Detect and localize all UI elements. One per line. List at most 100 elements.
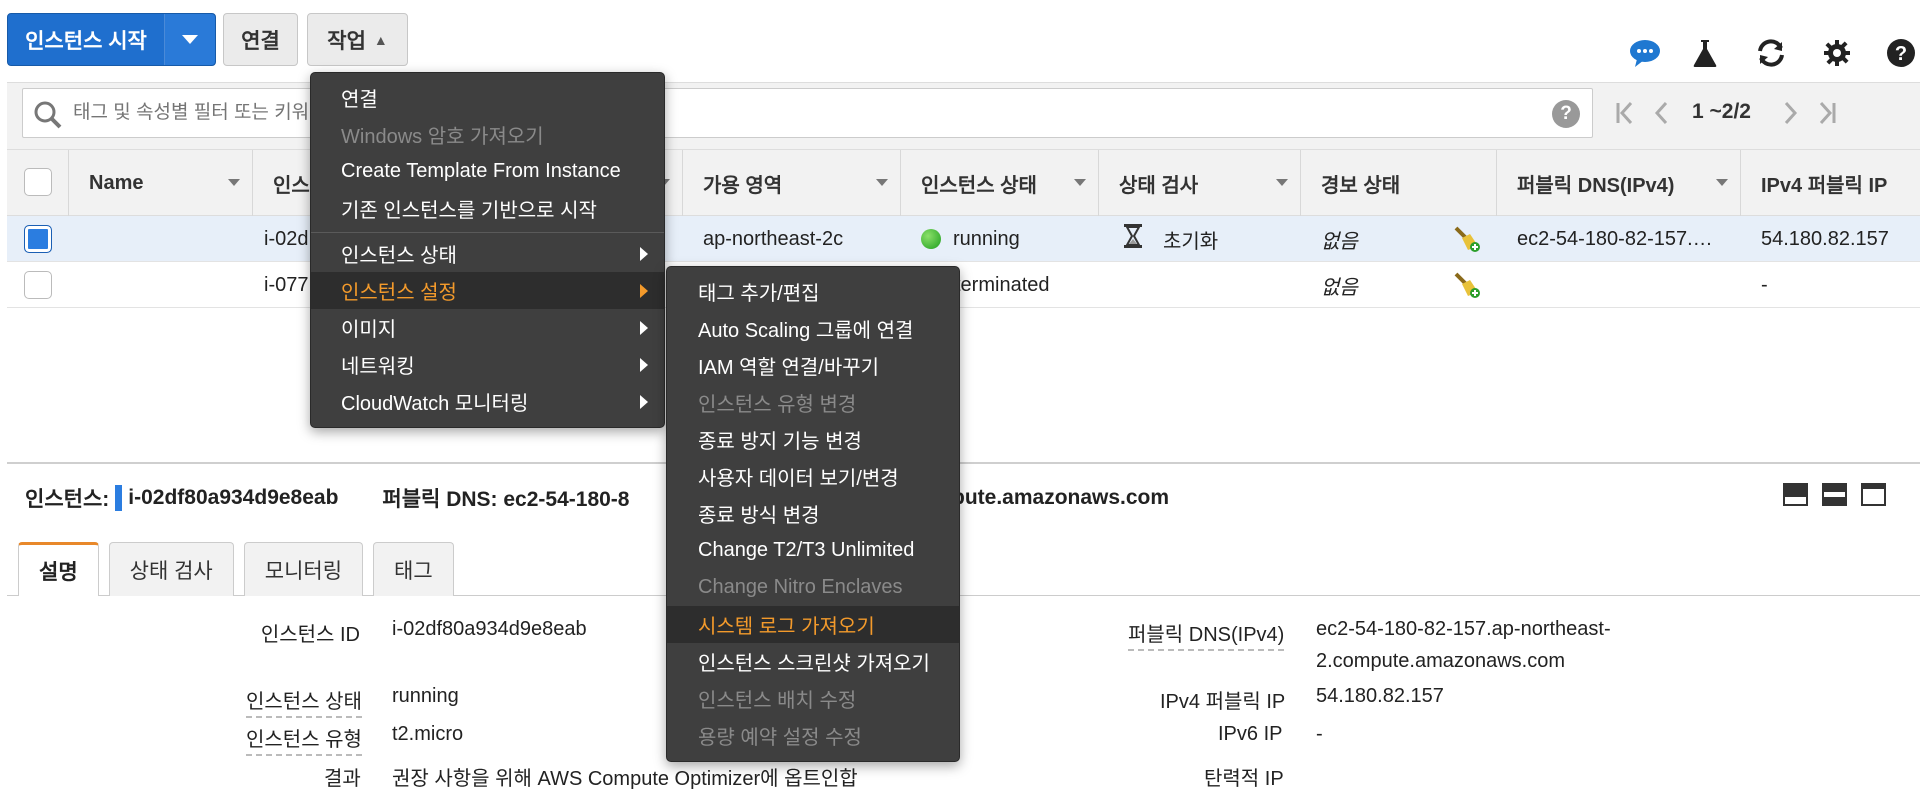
menu-item-get-windows-password[interactable]: Windows 암호 가져오기 [311,116,664,153]
field-label: 인스턴스 상태 [246,685,362,718]
submenu-item-screenshot[interactable]: 인스턴스 스크린샷 가져오기 [667,643,959,680]
sort-arrow-icon [1276,179,1288,186]
search-help-icon[interactable]: ? [1552,100,1580,128]
column-header-state[interactable]: 인스턴스 상태 [901,150,1099,216]
menu-item-instance-settings[interactable]: 인스턴스 설정 [311,272,664,309]
submenu-item-shutdown-behavior[interactable]: 종료 방식 변경 [667,495,959,532]
cell-public-ip: 54.180.82.157 [1761,227,1889,250]
launch-instance-label[interactable]: 인스턴스 시작 [8,14,165,65]
tab-tags[interactable]: 태그 [373,542,454,596]
select-all-checkbox[interactable] [24,168,52,196]
cell-public-ip: - [1761,273,1768,296]
actions-label: 작업 [327,29,366,53]
flask-icon[interactable] [1688,36,1722,70]
menu-item-image[interactable]: 이미지 [311,309,664,346]
column-header-alarm[interactable]: 경보 상태 [1301,150,1497,216]
last-page-icon[interactable] [1816,99,1838,133]
chat-icon[interactable] [1628,36,1662,70]
instance-color-bar [115,485,123,511]
panel-splitter[interactable] [7,462,1920,464]
submenu-arrow-icon [640,321,648,335]
column-header-public-dns[interactable]: 퍼블릭 DNS(IPv4) [1497,150,1741,216]
menu-item-connect[interactable]: 연결 [311,79,664,116]
prev-page-icon[interactable] [1652,99,1670,133]
launch-dropdown-toggle[interactable] [165,14,215,65]
detail-tabs: 설명 상태 검사 모니터링 태그 [18,542,454,596]
refresh-icon[interactable] [1754,36,1788,70]
sort-arrow-icon [1716,179,1728,186]
menu-item-cloudwatch[interactable]: CloudWatch 모니터링 [311,383,664,420]
layout-split-icon[interactable] [1822,483,1847,506]
row-checkbox[interactable] [24,225,52,253]
sort-arrow-icon [876,179,888,186]
select-all-cell [7,150,69,216]
status-check-text: 초기화 [1163,230,1219,253]
menu-item-create-template[interactable]: Create Template From Instance [311,153,664,190]
row-checkbox[interactable] [24,271,52,299]
submenu-item-system-log[interactable]: 시스템 로그 가져오기 [667,606,959,643]
field-label: 탄력적 IP [1204,762,1284,790]
submenu-item-termination-protection[interactable]: 종료 방지 기능 변경 [667,421,959,458]
connect-button[interactable]: 연결 [223,13,298,66]
field-label: 인스턴스 ID [260,624,360,646]
field-value: i-02df80a934d9e8eab [392,618,587,640]
gear-icon[interactable] [1820,36,1854,70]
help-icon[interactable]: ? [1884,36,1918,70]
tab-monitoring[interactable]: 모니터링 [243,542,364,596]
detail-header: 인스턴스: i-02df80a934d9e8eab 퍼블릭 DNS: ec2-5… [25,482,629,514]
cell-alarm: 없음 [1321,276,1358,299]
field-value: running [392,685,459,707]
field-label: 결과 [324,762,361,790]
submenu-item-user-data[interactable]: 사용자 데이터 보기/변경 [667,458,959,495]
column-label: 경보 상태 [1321,174,1401,197]
submenu-arrow-icon [640,284,648,298]
field-value: t2.micro [392,723,464,745]
submenu-arrow-icon [640,247,648,261]
submenu-item-change-type[interactable]: 인스턴스 유형 변경 [667,384,959,421]
column-header-az[interactable]: 가용 영역 [683,150,901,216]
menu-item-networking[interactable]: 네트워킹 [311,346,664,383]
submenu-item-placement[interactable]: 인스턴스 배치 수정 [667,680,959,717]
actions-button[interactable]: 작업 ▲ [307,13,408,66]
detail-dns-label: 퍼블릭 DNS: ec2-54-180-8 [382,488,630,511]
tab-description[interactable]: 설명 [18,542,99,596]
layout-top-icon[interactable] [1861,483,1886,506]
submenu-item-tags[interactable]: 태그 추가/편집 [667,273,959,310]
broom-icon[interactable] [1452,262,1482,308]
column-header-name[interactable]: Name [69,150,253,216]
svg-text:?: ? [1895,43,1907,65]
submenu-item-auto-scaling[interactable]: Auto Scaling 그룹에 연결 [667,310,959,347]
column-label: Name [89,171,144,194]
column-label: 가용 영역 [703,174,783,197]
launch-instance-button[interactable]: 인스턴스 시작 [7,13,216,66]
broom-icon[interactable] [1452,216,1482,262]
submenu-item-capacity-reservation[interactable]: 용량 예약 설정 수정 [667,717,959,754]
cell-status-check: 초기화 [1123,216,1218,262]
table-row[interactable]: i-02d ap-northeast-2c running 초기화 없음 ec2… [7,216,1920,262]
pagination-range: 1 ~2/2 [1692,100,1751,123]
submenu-item-nitro-enclaves[interactable]: Change Nitro Enclaves [667,569,959,606]
menu-item-launch-more-like-this[interactable]: 기존 인스턴스를 기반으로 시작 [311,190,664,227]
cell-public-dns: ec2-54-180-82-157.… [1517,227,1713,250]
field-value: 54.180.82.157 [1316,685,1444,707]
next-page-icon[interactable] [1782,99,1800,133]
first-page-icon[interactable] [1614,99,1636,133]
column-header-status-check[interactable]: 상태 검사 [1099,150,1301,216]
caret-down-icon [182,35,198,44]
column-label: 상태 검사 [1119,174,1199,197]
layout-toggle-group [1783,483,1886,506]
field-value: - [1316,723,1323,745]
menu-item-label: CloudWatch 모니터링 [341,393,529,415]
menu-separator [311,232,664,233]
layout-bottom-icon[interactable] [1783,483,1808,506]
search-box[interactable]: ? [22,88,1593,138]
tab-status-checks[interactable]: 상태 검사 [108,542,234,596]
table-row[interactable]: i-077 terminated 없음 - [7,262,1920,308]
column-header-public-ip[interactable]: IPv4 퍼블릭 IP [1741,150,1920,216]
search-icon [33,100,63,136]
menu-item-instance-state[interactable]: 인스턴스 상태 [311,235,664,272]
submenu-item-t2-t3-unlimited[interactable]: Change T2/T3 Unlimited [667,532,959,569]
submenu-item-iam-role[interactable]: IAM 역할 연결/바꾸기 [667,347,959,384]
search-input[interactable] [73,102,1473,124]
table-header: Name 인스턴스 ID 가용 영역 인스턴스 상태 상태 검사 경보 상태 퍼… [7,150,1920,216]
